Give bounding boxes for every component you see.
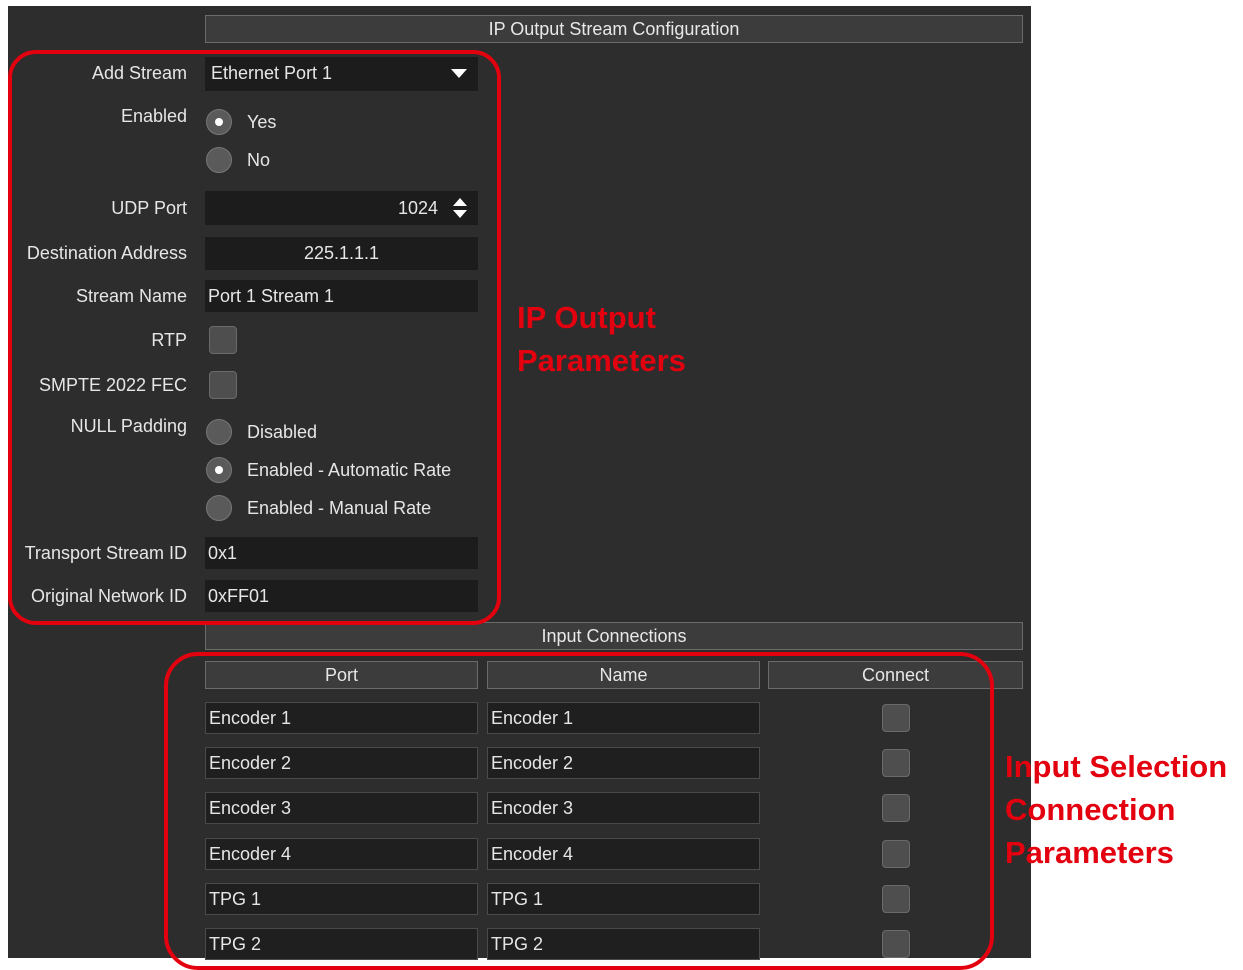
annotation-line: Input Selection [1005,749,1228,784]
annotation-line: IP Output [517,300,656,335]
annotation-line: Connection [1005,792,1176,827]
input-selection-callout-outline [164,652,994,970]
ip-output-callout-outline [8,50,501,625]
annotation-line: Parameters [517,343,686,378]
section-header-input-connections: Input Connections [205,622,1023,650]
ip-output-annotation: IP Output Parameters [517,296,686,382]
section-header-ip-output: IP Output Stream Configuration [205,15,1023,43]
annotation-line: Parameters [1005,835,1174,870]
input-selection-annotation: Input Selection Connection Parameters [1005,745,1227,874]
